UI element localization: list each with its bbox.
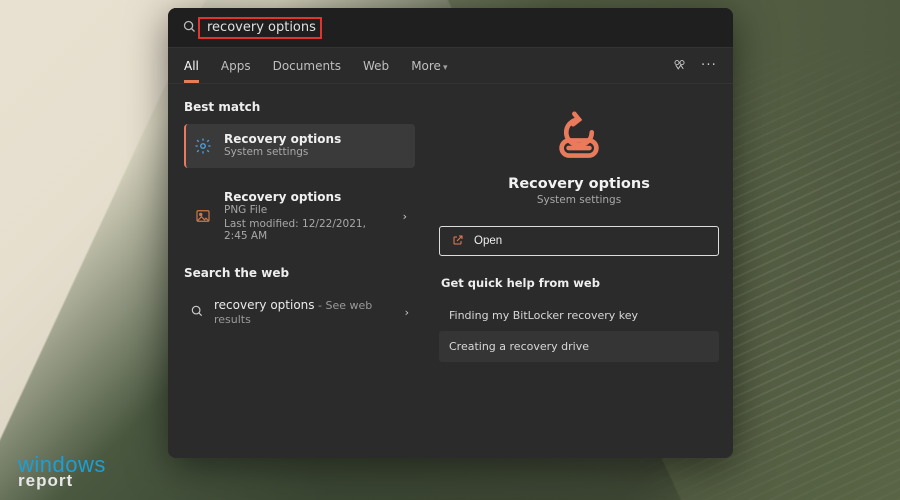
result-subtitle: System settings — [224, 146, 407, 160]
results-column: Best match Recovery options System setti… — [168, 84, 425, 458]
tab-apps[interactable]: Apps — [221, 59, 251, 73]
search-icon — [190, 304, 204, 321]
tab-all[interactable]: All — [184, 59, 199, 73]
help-recovery-drive[interactable]: Creating a recovery drive — [439, 331, 719, 362]
search-web-label: Search the web — [184, 266, 415, 280]
image-file-icon — [192, 205, 214, 227]
chevron-right-icon: › — [405, 306, 409, 319]
search-input[interactable] — [207, 20, 719, 35]
result-subtitle: PNG File — [224, 204, 393, 218]
chevron-right-icon: › — [403, 210, 407, 223]
open-button[interactable]: Open — [439, 226, 719, 256]
settings-icon — [192, 135, 214, 157]
result-title: Recovery options — [224, 190, 393, 204]
tab-more[interactable]: More▾ — [411, 59, 447, 73]
tab-web[interactable]: Web — [363, 59, 389, 73]
search-bar[interactable] — [168, 8, 733, 48]
rewards-icon[interactable] — [672, 57, 687, 75]
result-recovery-options-settings[interactable]: Recovery options System settings — [184, 124, 415, 168]
open-external-icon — [452, 234, 464, 249]
filter-tabs: All Apps Documents Web More▾ ··· — [168, 48, 733, 84]
preview-title: Recovery options — [439, 176, 719, 192]
preview-column: Recovery options System settings Open Ge… — [425, 84, 733, 458]
result-meta: Last modified: 12/22/2021, 2:45 AM — [224, 218, 393, 242]
more-options-icon[interactable]: ··· — [701, 58, 717, 73]
preview-subtitle: System settings — [439, 194, 719, 206]
tab-documents[interactable]: Documents — [273, 59, 341, 73]
chevron-down-icon: ▾ — [443, 63, 448, 73]
web-query-text: recovery options — [214, 298, 315, 312]
web-result-recovery-options[interactable]: recovery options - See web results › — [184, 290, 415, 334]
result-recovery-options-png[interactable]: Recovery options PNG File Last modified:… — [184, 182, 415, 250]
recovery-icon — [549, 108, 609, 166]
quick-help-header: Get quick help from web — [441, 276, 719, 290]
help-bitlocker-key[interactable]: Finding my BitLocker recovery key — [439, 300, 719, 331]
open-label: Open — [474, 235, 502, 247]
start-search-panel: All Apps Documents Web More▾ ··· Best ma… — [168, 8, 733, 458]
best-match-label: Best match — [184, 100, 415, 114]
result-title: Recovery options — [224, 132, 407, 146]
search-icon — [182, 19, 197, 37]
watermark: windows report — [18, 455, 106, 488]
